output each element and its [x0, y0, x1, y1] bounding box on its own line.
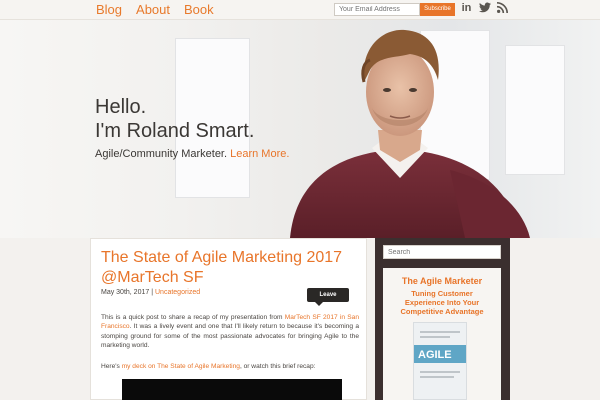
nav-blog[interactable]: Blog [96, 1, 122, 18]
email-input[interactable] [334, 3, 420, 16]
social-links: in [460, 2, 509, 15]
leave-comment-button[interactable]: Leave Comment [307, 288, 349, 312]
widget-subtitle-line-2: Experience Into Your [404, 298, 480, 307]
post-body-text: This is a quick post to share a recap of… [101, 314, 285, 321]
hero-portrait [290, 29, 530, 238]
video-player[interactable] [122, 379, 342, 400]
post-body-text-end: . It was a lively event and one that I'l… [101, 323, 359, 349]
search-input[interactable] [383, 245, 501, 259]
linkedin-icon[interactable]: in [460, 2, 473, 15]
hero-greeting: Hello. I'm Roland Smart. [95, 95, 254, 143]
deck-text-end: , or watch this brief recap: [239, 363, 316, 370]
meta-separator: | [151, 289, 154, 296]
book-title-word: AGILE [418, 349, 452, 361]
post-body: This is a quick post to share a recap of… [101, 313, 359, 350]
hero-tagline: Agile/Community Marketer. Learn More. [95, 148, 289, 160]
post-meta: May 30th, 2017 | Uncategorized [101, 289, 200, 296]
hero-line-1: Hello. [95, 96, 147, 118]
cover-line [420, 336, 450, 338]
learn-more-link[interactable]: Learn More. [230, 148, 289, 160]
post-panel: The State of Agile Marketing 2017 @MarTe… [90, 238, 367, 400]
cover-line [420, 376, 454, 378]
hero-banner: Hello. I'm Roland Smart. Agile/Community… [0, 20, 600, 238]
widget-subtitle-line-3: Competitive Advantage [400, 307, 484, 316]
widget-subtitle: Tuning Customer Experience Into Your Com… [383, 289, 501, 316]
subscribe-button[interactable]: Subscribe [420, 3, 455, 16]
sidebar: The Agile Marketer Tuning Customer Exper… [375, 238, 510, 400]
nav-about[interactable]: About [136, 1, 170, 18]
post-deck-line: Here's my deck on The State of Agile Mar… [101, 363, 315, 370]
deck-link[interactable]: my deck on The State of Agile Marketing [122, 363, 240, 370]
hero-line-2: I'm Roland Smart. [95, 120, 255, 142]
tagline-text: Agile/Community Marketer. [95, 148, 228, 160]
deck-text: Here's [101, 363, 122, 370]
column-gap [367, 238, 375, 400]
book-cover[interactable]: AGILE [413, 322, 467, 400]
rss-icon[interactable] [496, 2, 509, 15]
nav-book[interactable]: Book [184, 1, 214, 18]
cover-line [420, 331, 460, 333]
post-title[interactable]: The State of Agile Marketing 2017 @MarTe… [101, 248, 361, 288]
top-bar: Blog About Book Subscribe in [0, 0, 600, 20]
post-category-link[interactable]: Uncategorized [155, 289, 200, 296]
twitter-icon[interactable] [478, 2, 491, 15]
book-widget: The Agile Marketer Tuning Customer Exper… [383, 268, 501, 400]
widget-subtitle-line-1: Tuning Customer [411, 289, 473, 298]
post-date: May 30th, 2017 [101, 289, 150, 296]
main-nav: Blog About Book [96, 1, 214, 18]
cover-line [420, 371, 460, 373]
widget-title: The Agile Marketer [401, 276, 483, 286]
